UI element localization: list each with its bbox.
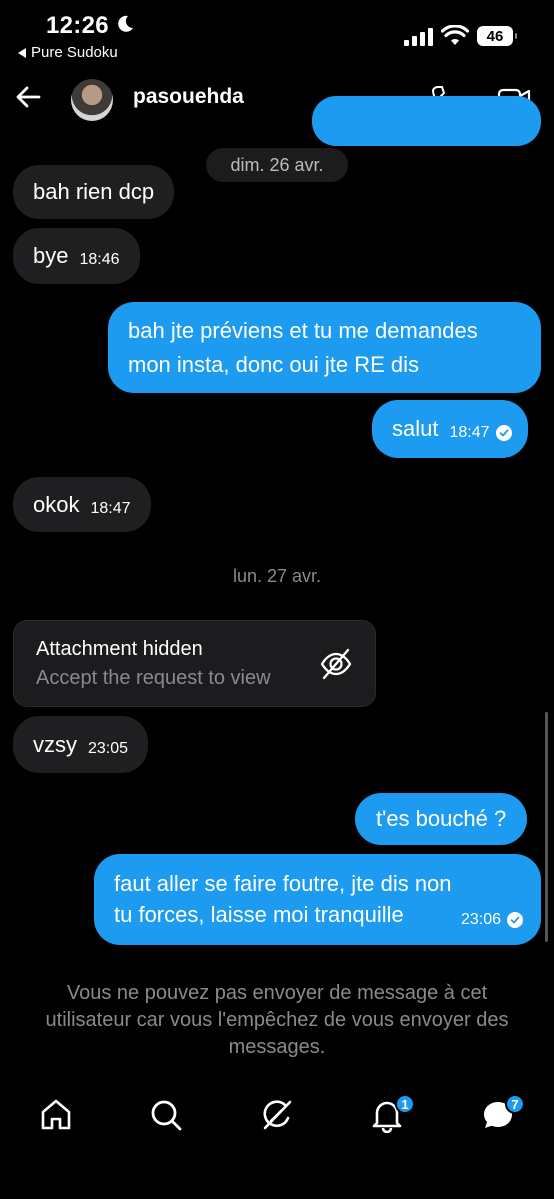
date-separator: dim. 26 avr. [206,148,348,182]
hidden-attachment-card[interactable]: Attachment hidden Accept the request to … [13,620,376,707]
message-text: okok [33,491,80,517]
back-arrow-icon[interactable] [14,82,44,112]
message-text: bah jte préviens et tu me demandes mon i… [128,318,478,377]
message-time: 18:47 [449,424,490,441]
message-time: 23:05 [88,739,129,757]
incoming-message[interactable]: vzsy 23:05 [13,716,149,773]
message-time: 18:47 [90,499,131,517]
incoming-message[interactable]: okok 18:47 [13,477,151,532]
wifi-icon [441,25,469,45]
scrollbar[interactable] [545,712,548,942]
message-text: faut aller se faire foutre, jte dis non … [114,871,452,927]
blocked-notice: Vous ne pouvez pas envoyer de message à … [45,982,509,1058]
notifications-badge: 1 [395,1094,415,1114]
status-time: 12:26 [46,12,109,39]
previous-outgoing-bubble[interactable] [312,96,541,146]
home-icon[interactable] [38,1097,74,1133]
outgoing-message[interactable]: faut aller se faire foutre, jte dis non … [94,854,541,945]
cellular-signal-icon [404,28,433,46]
outgoing-message[interactable]: salut 18:47 [372,400,528,458]
back-triangle-icon [18,47,26,58]
message-text: t'es bouché ? [376,806,507,831]
message-text: bye [33,243,69,268]
messages-badge: 7 [505,1094,525,1114]
attachment-title: Attachment hidden [36,638,203,660]
message-text: vzsy [33,731,77,757]
date-separator: lun. 27 avr. [232,566,322,586]
message-time: 23:06 [460,911,501,928]
back-to-app-link[interactable]: Pure Sudoku [18,44,118,61]
avatar[interactable] [71,79,113,121]
read-check-icon [495,425,512,441]
search-icon[interactable] [148,1097,184,1133]
grok-icon[interactable] [259,1097,295,1133]
message-time: 18:46 [79,251,120,268]
eye-off-icon [320,648,352,680]
chat-username[interactable]: pasouehda [133,85,244,109]
incoming-message[interactable]: bah rien dcp [13,165,175,219]
read-check-icon [507,912,523,928]
battery-indicator: 46 [477,26,517,46]
message-text: salut [392,416,439,441]
message-text: bah rien dcp [33,179,155,204]
moon-icon [118,15,133,32]
outgoing-message[interactable]: bah jte préviens et tu me demandes mon i… [108,302,541,393]
back-app-label: Pure Sudoku [31,44,118,61]
outgoing-message[interactable]: t'es bouché ? [355,793,528,845]
incoming-message[interactable]: bye 18:46 [13,228,140,284]
attachment-subtitle: Accept the request to view [36,667,271,689]
